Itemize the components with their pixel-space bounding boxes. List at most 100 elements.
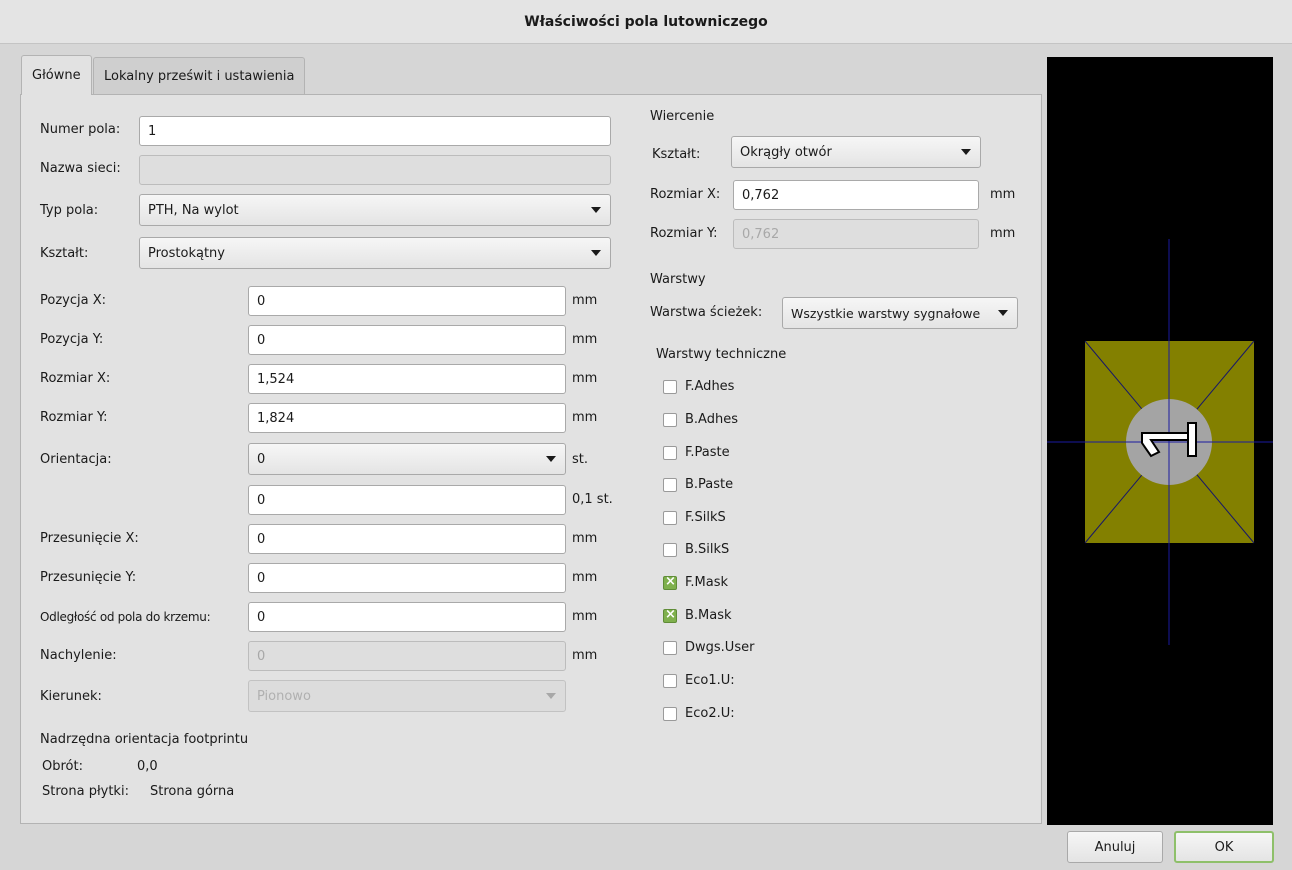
board-side-value: Strona górna [150,784,235,799]
layer-name: B.Mask [685,608,732,623]
size-x-input[interactable]: 1,524 [248,364,566,394]
layer-name: Eco2.U: [685,706,735,721]
chevron-down-icon [546,693,556,699]
net-name-input [139,155,611,185]
layer-name: Eco1.U: [685,673,735,688]
trapezoid-label: Nachylenie: [40,648,117,663]
drill-shape-select[interactable]: Okrągły otwór [731,136,981,168]
chevron-down-icon [961,149,971,155]
checkbox-box[interactable] [663,543,677,557]
trapezoid-input: 0 [248,641,566,671]
chevron-down-icon [546,456,556,462]
tab-general[interactable]: Główne [21,55,92,95]
copper-layers-label: Warstwa ścieżek: [650,305,763,320]
orientation-fine-unit: 0,1 st. [572,492,613,507]
offset-x-input[interactable]: 0 [248,524,566,554]
trapezoid-unit: mm [572,648,598,663]
checkbox-box[interactable] [663,511,677,525]
offset-y-input[interactable]: 0 [248,563,566,593]
shape-select[interactable]: Prostokątny [139,237,611,269]
checkbox-box[interactable] [663,446,677,460]
rotation-label: Obrót: [42,759,83,774]
pad-number-stroke [1187,422,1197,457]
pad-type-select[interactable]: PTH, Na wylot [139,194,611,226]
pad-type-value: PTH, Na wylot [148,202,239,218]
shape-value: Prostokątny [148,245,225,261]
offset-y-label: Przesunięcie Y: [40,570,137,585]
cancel-button[interactable]: Anuluj [1067,831,1163,863]
pos-y-value: 0 [257,332,266,348]
direction-label: Kierunek: [40,689,102,704]
checkbox-box[interactable] [663,674,677,688]
copper-layers-value: Wszystkie warstwy sygnałowe [791,305,981,321]
drill-shape-label: Kształt: [652,147,701,162]
pad-to-die-label: Odległość od pola do krzemu: [40,610,211,624]
drill-size-x-input[interactable]: 0,762 [733,180,979,210]
pad-number-input[interactable]: 1 [139,116,611,146]
checkbox-box[interactable] [663,707,677,721]
pad-to-die-input[interactable]: 0 [248,602,566,632]
offset-x-label: Przesunięcie X: [40,531,139,546]
drill-size-y-value: 0,762 [742,226,780,242]
checkbox-box[interactable] [663,573,677,591]
checkbox-box[interactable] [663,641,677,655]
size-x-unit: mm [572,371,598,386]
chevron-down-icon [591,250,601,256]
ok-button[interactable]: OK [1174,831,1274,863]
pad-type-label: Typ pola: [40,203,99,218]
pos-x-input[interactable]: 0 [248,286,566,316]
cancel-button-label: Anuluj [1094,839,1136,855]
net-name-label: Nazwa sieci: [40,161,121,176]
pad-to-die-unit: mm [572,609,598,624]
layer-name: F.Paste [685,445,730,460]
pos-y-input[interactable]: 0 [248,325,566,355]
direction-value: Pionowo [257,688,311,704]
tab-local-clearance[interactable]: Lokalny prześwit i ustawienia [93,57,306,95]
checkbox-box[interactable] [663,413,677,427]
copper-layers-select[interactable]: Wszystkie warstwy sygnałowe [782,297,1018,329]
parent-orientation-heading: Nadrzędna orientacja footprintu [40,732,249,747]
size-y-unit: mm [572,410,598,425]
orientation-fine-input[interactable]: 0 [248,485,566,515]
drill-size-y-input: 0,762 [733,219,979,249]
offset-x-value: 0 [257,531,266,547]
layer-name: F.Mask [685,575,729,590]
trapezoid-value: 0 [257,648,266,664]
offset-y-value: 0 [257,570,266,586]
pos-y-unit: mm [572,332,598,347]
drill-size-x-unit: mm [990,187,1016,202]
pad-to-die-value: 0 [257,609,266,625]
tech-layers-heading: Warstwy techniczne [656,347,787,362]
checkbox-box[interactable] [663,478,677,492]
layer-name: Dwgs.User [685,640,755,655]
pad-preview-canvas[interactable] [1047,57,1273,825]
chevron-down-icon [591,207,601,213]
tab-local-clearance-label: Lokalny prześwit i ustawienia [104,69,295,84]
drill-size-y-label: Rozmiar Y: [650,226,718,241]
window-title: Właściwości pola lutowniczego [524,13,768,30]
pos-x-value: 0 [257,293,266,309]
pad-number-value: 1 [148,123,157,139]
offset-x-unit: mm [572,531,598,546]
drill-size-x-label: Rozmiar X: [650,187,721,202]
layer-name: B.SilkS [685,542,730,557]
shape-label: Kształt: [40,246,89,261]
size-y-value: 1,824 [257,410,295,426]
pos-x-unit: mm [572,293,598,308]
size-y-label: Rozmiar Y: [40,410,108,425]
layer-name: F.Adhes [685,379,735,394]
size-y-input[interactable]: 1,824 [248,403,566,433]
checkbox-box[interactable] [663,606,677,624]
board-side-label: Strona płytki: [42,784,129,799]
pos-x-label: Pozycja X: [40,293,106,308]
drill-shape-value: Okrągły otwór [740,144,832,160]
size-x-value: 1,524 [257,371,295,387]
pos-y-label: Pozycja Y: [40,332,104,347]
checkbox-box[interactable] [663,380,677,394]
orientation-fine-value: 0 [257,492,266,508]
window-titlebar: Właściwości pola lutowniczego [0,0,1292,44]
pad-number-label: Numer pola: [40,122,121,137]
chevron-down-icon [998,310,1008,316]
drill-size-y-unit: mm [990,226,1016,241]
orientation-select[interactable]: 0 [248,443,566,475]
